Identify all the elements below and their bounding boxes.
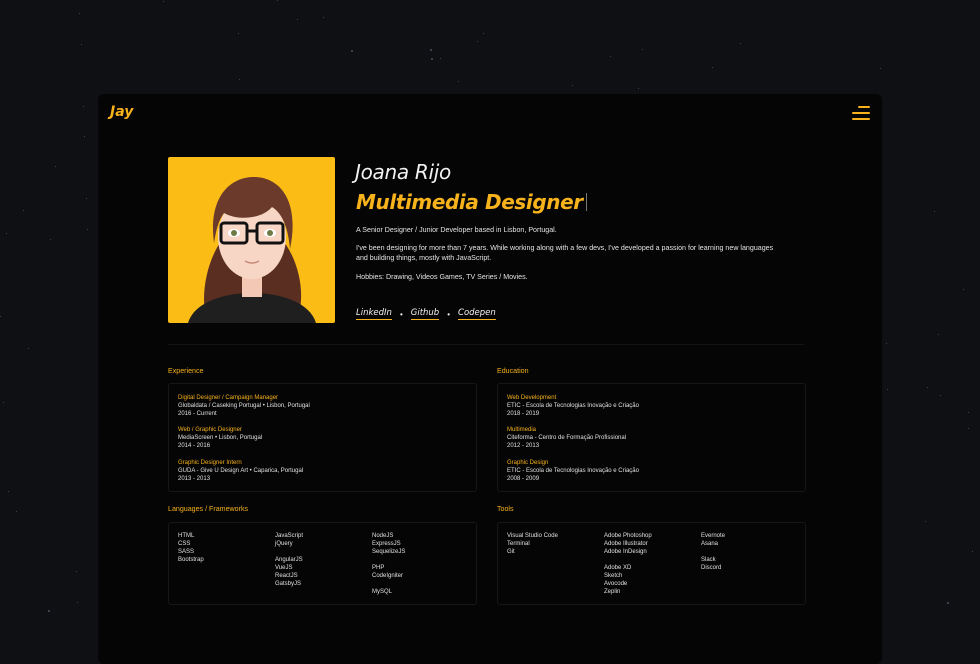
star xyxy=(740,43,741,44)
bio-experience: I've been designing for more than 7 year… xyxy=(356,244,774,262)
tools-column-2: Adobe Photoshop Adobe Illustrator Adobe In… xyxy=(604,533,652,595)
star xyxy=(8,491,9,492)
bio-hobbies: Hobbies: Drawing, Videos Games, TV Serie… xyxy=(356,273,528,281)
star xyxy=(323,17,324,18)
star xyxy=(238,33,239,34)
languages-box: HTML CSS SASS Bootstrap JavaScript jQuery Ang… xyxy=(168,522,477,605)
star xyxy=(572,85,573,86)
star xyxy=(880,68,881,69)
star xyxy=(440,58,441,59)
star xyxy=(79,13,80,14)
star xyxy=(297,19,298,20)
star xyxy=(430,49,432,51)
star xyxy=(50,239,51,240)
star xyxy=(6,233,7,234)
typing-cursor xyxy=(585,193,587,211)
portfolio-card: Jay Joana Rijo Multimedia Designer A Sen… xyxy=(98,94,882,664)
star xyxy=(3,402,4,403)
languages-heading: Languages / Frameworks xyxy=(168,505,249,513)
list-item: Multimedia Citeforma - Centro de Formaçã… xyxy=(507,427,627,449)
bio-intro: A Senior Designer / Junior Developer bas… xyxy=(356,226,557,234)
star xyxy=(638,88,639,89)
codepen-link[interactable]: Codepen xyxy=(458,308,496,320)
star xyxy=(925,521,926,522)
tools-column-3: Evernote Asana Slack Discord xyxy=(701,533,726,571)
star xyxy=(886,343,887,344)
social-links: LinkedIn • Github • Codepen xyxy=(356,308,496,320)
link-separator: • xyxy=(399,309,403,319)
star xyxy=(81,44,82,45)
star xyxy=(163,1,164,2)
profile-title: Multimedia Designer xyxy=(356,190,587,214)
languages-column-2: JavaScript jQuery AngularJS VueJS ReactJS Gat… xyxy=(275,533,304,587)
section-divider xyxy=(168,344,804,345)
experience-box: Digital Designer / Campaign Manager Glob… xyxy=(168,383,477,492)
star xyxy=(23,210,24,211)
star xyxy=(963,289,964,290)
star xyxy=(76,571,77,572)
star xyxy=(483,33,484,34)
star xyxy=(642,49,643,50)
star xyxy=(84,136,85,137)
star xyxy=(351,50,353,52)
hamburger-menu-icon[interactable] xyxy=(852,106,870,121)
star xyxy=(972,551,973,552)
linkedin-link[interactable]: LinkedIn xyxy=(356,308,392,320)
star xyxy=(947,602,949,604)
star xyxy=(83,106,84,107)
list-item: Graphic Designer Intern GUDA - Give U De… xyxy=(178,460,304,482)
star xyxy=(712,67,713,68)
tools-column-1: Visual Studio Code Terminal Git xyxy=(507,533,558,555)
star xyxy=(610,56,611,57)
avatar xyxy=(168,157,335,323)
star xyxy=(239,79,240,80)
star xyxy=(458,81,459,82)
star xyxy=(431,58,433,60)
star xyxy=(16,511,17,512)
github-link[interactable]: Github xyxy=(410,308,440,320)
list-item: Digital Designer / Campaign Manager Glob… xyxy=(178,395,310,417)
star xyxy=(277,0,278,1)
profile-name: Joana Rijo xyxy=(355,160,451,184)
star xyxy=(927,387,928,388)
link-separator: • xyxy=(447,309,451,319)
tools-heading: Tools xyxy=(497,505,514,513)
star xyxy=(940,395,941,396)
star xyxy=(938,334,939,335)
star xyxy=(968,412,969,413)
star xyxy=(28,348,29,349)
list-item: Graphic Design ETIC - Escola de Tecnolog… xyxy=(507,460,639,482)
languages-column-3: NodeJS ExpressJS SequelizeJS PHP CodeIgniter… xyxy=(372,533,406,595)
list-item: Web Development ETIC - Escola de Tecnolo… xyxy=(507,395,639,417)
logo[interactable]: Jay xyxy=(110,104,133,120)
star xyxy=(87,229,88,230)
experience-heading: Experience xyxy=(168,367,204,375)
star xyxy=(934,211,935,212)
education-box: Web Development ETIC - Escola de Tecnolo… xyxy=(497,383,806,492)
star xyxy=(0,316,1,317)
star xyxy=(48,610,50,612)
star xyxy=(55,166,56,167)
star xyxy=(968,428,969,429)
list-item: Web / Graphic Designer MediaScreen • Lis… xyxy=(178,427,263,449)
star xyxy=(77,602,78,603)
star xyxy=(477,41,478,42)
star xyxy=(86,198,87,199)
languages-column-1: HTML CSS SASS Bootstrap xyxy=(178,533,204,563)
tools-box: Visual Studio Code Terminal Git Adobe Phot… xyxy=(497,522,806,605)
star xyxy=(887,389,888,390)
education-heading: Education xyxy=(497,367,529,375)
